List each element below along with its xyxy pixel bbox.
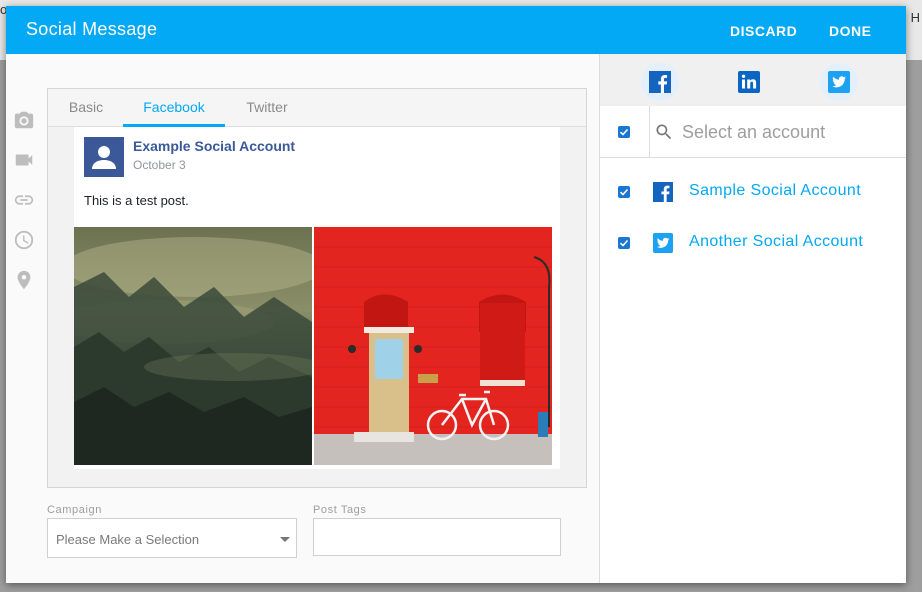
post-account-name[interactable]: Example Social Account [133, 138, 295, 154]
checkmark-icon [619, 239, 629, 247]
network-toggle-linkedin[interactable] [730, 63, 768, 101]
post-tags-label: Post Tags [313, 504, 367, 516]
facebook-post-card: Example Social Account October 3 This is… [74, 127, 560, 469]
link-icon[interactable] [12, 188, 36, 212]
checkmark-icon [619, 128, 629, 136]
background-text-fragment: H [910, 10, 920, 25]
post-date: October 3 [133, 158, 186, 172]
dialog-header: Social Message DISCARD DONE [6, 6, 906, 54]
network-toggle-facebook[interactable] [641, 63, 679, 101]
linkedin-icon [738, 71, 760, 93]
video-icon[interactable] [12, 148, 36, 172]
network-toggle-twitter[interactable] [820, 63, 858, 101]
select-all-checkbox[interactable] [618, 126, 630, 138]
clock-icon[interactable] [12, 228, 36, 252]
twitter-icon [828, 71, 850, 93]
account-label: Another Social Account [689, 233, 864, 250]
campaign-selected-value: Please Make a Selection [56, 532, 200, 547]
campaign-select[interactable]: Please Make a Selection [47, 518, 297, 558]
checkmark-icon [619, 188, 629, 196]
post-tags-input[interactable] [313, 518, 561, 556]
account-checkbox[interactable] [618, 237, 630, 249]
search-icon [656, 124, 672, 140]
composer-pane: Basic Facebook Twitter Example Social Ac… [6, 54, 599, 583]
twitter-icon [653, 233, 673, 253]
account-label: Sample Social Account [689, 182, 862, 199]
tab-twitter[interactable]: Twitter [228, 89, 306, 126]
account-checkbox[interactable] [618, 186, 630, 198]
network-filter-bar [600, 54, 906, 106]
discard-button[interactable]: DISCARD [730, 23, 797, 39]
avatar [84, 137, 124, 177]
red-wall-bicycle-photo [314, 227, 552, 465]
dropdown-caret-icon [280, 537, 290, 542]
dialog-title: Social Message [26, 19, 158, 39]
location-pin-icon[interactable] [12, 268, 36, 292]
tab-basic[interactable]: Basic [54, 89, 118, 126]
camera-icon[interactable] [12, 108, 36, 132]
campaign-label: Campaign [47, 504, 102, 516]
account-row-another[interactable]: Another Social Account [600, 223, 906, 263]
account-selector-pane: Sample Social Account Another Social Acc… [599, 54, 906, 583]
divider [649, 106, 650, 157]
social-message-dialog: Social Message DISCARD DONE Basic Facebo… [6, 6, 906, 583]
account-search-input[interactable] [680, 117, 899, 147]
forest-photo [74, 227, 312, 465]
facebook-icon [649, 71, 671, 93]
preview-tab-bar: Basic Facebook Twitter [48, 89, 586, 127]
tab-facebook[interactable]: Facebook [123, 89, 225, 127]
person-icon [92, 146, 116, 169]
post-text: This is a test post. [84, 193, 189, 208]
post-preview-panel: Basic Facebook Twitter Example Social Ac… [47, 88, 587, 488]
account-row-sample[interactable]: Sample Social Account [600, 172, 906, 212]
done-button[interactable]: DONE [829, 23, 871, 39]
account-search-row [600, 106, 906, 158]
facebook-icon [653, 182, 673, 202]
